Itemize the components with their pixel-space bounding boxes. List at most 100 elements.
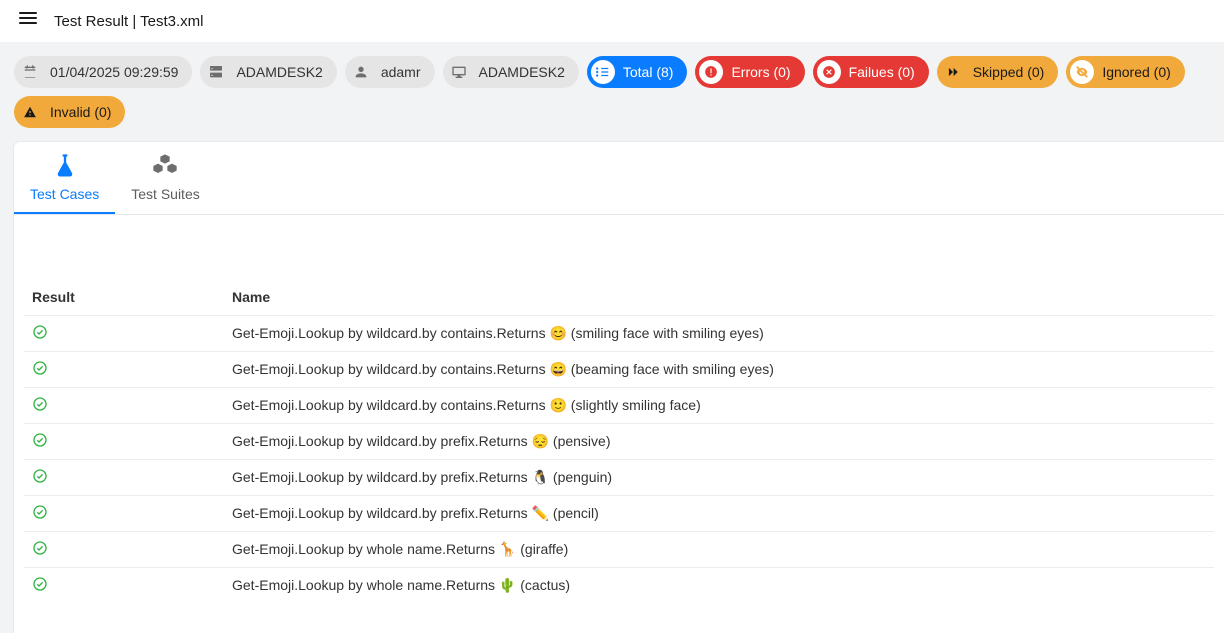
col-result[interactable]: Result [24, 275, 224, 316]
test-name-pre: Get-Emoji.Lookup by wildcard.by prefix.R… [232, 433, 532, 449]
pass-icon [32, 399, 48, 415]
test-name-post: (cactus) [516, 577, 570, 593]
titlebar: Test Result | Test3.xml [0, 0, 1224, 42]
tab-cases-label: Test Cases [30, 186, 99, 202]
user-icon [349, 60, 373, 84]
table-row[interactable]: Get-Emoji.Lookup by wildcard.by contains… [24, 388, 1214, 424]
chip-host: ADAMDESK2 [200, 56, 336, 88]
test-name-post: (beaming face with smiling eyes) [567, 361, 774, 377]
chip-user: adamr [345, 56, 435, 88]
chip-failures[interactable]: Failues (0) [813, 56, 929, 88]
failure-icon [817, 60, 841, 84]
chip-datetime-label: 01/04/2025 09:29:59 [50, 64, 178, 80]
name-cell: Get-Emoji.Lookup by whole name.Returns 🌵… [224, 568, 1214, 604]
name-cell: Get-Emoji.Lookup by wildcard.by prefix.R… [224, 424, 1214, 460]
name-cell: Get-Emoji.Lookup by whole name.Returns 🦒… [224, 532, 1214, 568]
chip-ignored-label: Ignored (0) [1102, 64, 1170, 80]
chip-total-label: Total (8) [623, 64, 674, 80]
tabs-card: Test Cases Test Suites Result Name Get-E… [14, 142, 1224, 633]
name-cell: Get-Emoji.Lookup by wildcard.by contains… [224, 388, 1214, 424]
name-cell: Get-Emoji.Lookup by wildcard.by prefix.R… [224, 496, 1214, 532]
chip-user-label: adamr [381, 64, 421, 80]
test-name-emoji: ✏️ [532, 505, 549, 521]
test-name-pre: Get-Emoji.Lookup by whole name.Returns [232, 541, 499, 557]
result-cell [24, 568, 224, 604]
test-name-emoji: 🐧 [532, 469, 549, 485]
test-name-post: (penguin) [549, 469, 612, 485]
result-cell [24, 388, 224, 424]
table-row[interactable]: Get-Emoji.Lookup by wildcard.by contains… [24, 316, 1214, 352]
tab-suites-label: Test Suites [131, 186, 199, 202]
chip-machine: ADAMDESK2 [443, 56, 579, 88]
calendar-icon [18, 60, 42, 84]
test-name-post: (slightly smiling face) [567, 397, 701, 413]
meta-chip-row: 01/04/2025 09:29:59 ADAMDESK2 adamr ADAM… [14, 56, 1224, 128]
tab-test-suites[interactable]: Test Suites [115, 142, 215, 214]
test-name-pre: Get-Emoji.Lookup by wildcard.by prefix.R… [232, 469, 532, 485]
server-icon [204, 60, 228, 84]
chip-machine-label: ADAMDESK2 [479, 64, 565, 80]
table-row[interactable]: Get-Emoji.Lookup by whole name.Returns 🦒… [24, 532, 1214, 568]
result-cell [24, 424, 224, 460]
table-row[interactable]: Get-Emoji.Lookup by wildcard.by prefix.R… [24, 424, 1214, 460]
pass-icon [32, 543, 48, 559]
warning-icon [18, 100, 42, 124]
menu-button[interactable] [16, 9, 40, 33]
col-name[interactable]: Name [224, 275, 1214, 316]
result-cell [24, 460, 224, 496]
chip-total[interactable]: Total (8) [587, 56, 688, 88]
error-icon [699, 60, 723, 84]
chip-host-label: ADAMDESK2 [236, 64, 322, 80]
results-table: Result Name Get-Emoji.Lookup by wildcard… [24, 275, 1214, 603]
tabs: Test Cases Test Suites [14, 142, 1224, 215]
result-cell [24, 496, 224, 532]
pass-icon [32, 579, 48, 595]
test-name-post: (pensive) [549, 433, 610, 449]
pass-icon [32, 435, 48, 451]
table-row[interactable]: Get-Emoji.Lookup by whole name.Returns 🌵… [24, 568, 1214, 604]
result-cell [24, 352, 224, 388]
tab-test-cases[interactable]: Test Cases [14, 142, 115, 214]
chip-ignored[interactable]: Ignored (0) [1066, 56, 1184, 88]
cubes-icon [151, 152, 179, 180]
test-name-emoji: 😄 [549, 361, 566, 377]
result-cell [24, 316, 224, 352]
content-area: 01/04/2025 09:29:59 ADAMDESK2 adamr ADAM… [0, 42, 1224, 633]
test-name-pre: Get-Emoji.Lookup by wildcard.by contains… [232, 397, 549, 413]
pass-icon [32, 507, 48, 523]
table-row[interactable]: Get-Emoji.Lookup by wildcard.by contains… [24, 352, 1214, 388]
skip-icon [941, 60, 965, 84]
chip-errors[interactable]: Errors (0) [695, 56, 804, 88]
list-icon [591, 60, 615, 84]
table-row[interactable]: Get-Emoji.Lookup by wildcard.by prefix.R… [24, 460, 1214, 496]
chip-skipped-label: Skipped (0) [973, 64, 1045, 80]
chip-errors-label: Errors (0) [731, 64, 790, 80]
name-cell: Get-Emoji.Lookup by wildcard.by contains… [224, 352, 1214, 388]
result-cell [24, 532, 224, 568]
flask-icon [51, 152, 79, 180]
pass-icon [32, 363, 48, 379]
test-name-pre: Get-Emoji.Lookup by whole name.Returns [232, 577, 499, 593]
chip-failures-label: Failues (0) [849, 64, 915, 80]
chip-skipped[interactable]: Skipped (0) [937, 56, 1059, 88]
results-table-wrap: Result Name Get-Emoji.Lookup by wildcard… [14, 215, 1224, 633]
table-row[interactable]: Get-Emoji.Lookup by wildcard.by prefix.R… [24, 496, 1214, 532]
test-name-emoji: 🌵 [499, 577, 516, 593]
test-name-emoji: 🦒 [499, 541, 516, 557]
test-name-pre: Get-Emoji.Lookup by wildcard.by contains… [232, 361, 549, 377]
eye-off-icon [1070, 60, 1094, 84]
name-cell: Get-Emoji.Lookup by wildcard.by prefix.R… [224, 460, 1214, 496]
chip-invalid-label: Invalid (0) [50, 104, 111, 120]
test-name-emoji: 😊 [549, 325, 566, 341]
pass-icon [32, 471, 48, 487]
name-cell: Get-Emoji.Lookup by wildcard.by contains… [224, 316, 1214, 352]
test-name-emoji: 🙂 [549, 397, 566, 413]
test-name-pre: Get-Emoji.Lookup by wildcard.by contains… [232, 325, 549, 341]
chip-datetime: 01/04/2025 09:29:59 [14, 56, 192, 88]
test-name-post: (smiling face with smiling eyes) [567, 325, 764, 341]
desktop-icon [447, 60, 471, 84]
page-title: Test Result | Test3.xml [54, 13, 204, 30]
test-name-post: (giraffe) [516, 541, 568, 557]
chip-invalid[interactable]: Invalid (0) [14, 96, 125, 128]
pass-icon [32, 327, 48, 343]
